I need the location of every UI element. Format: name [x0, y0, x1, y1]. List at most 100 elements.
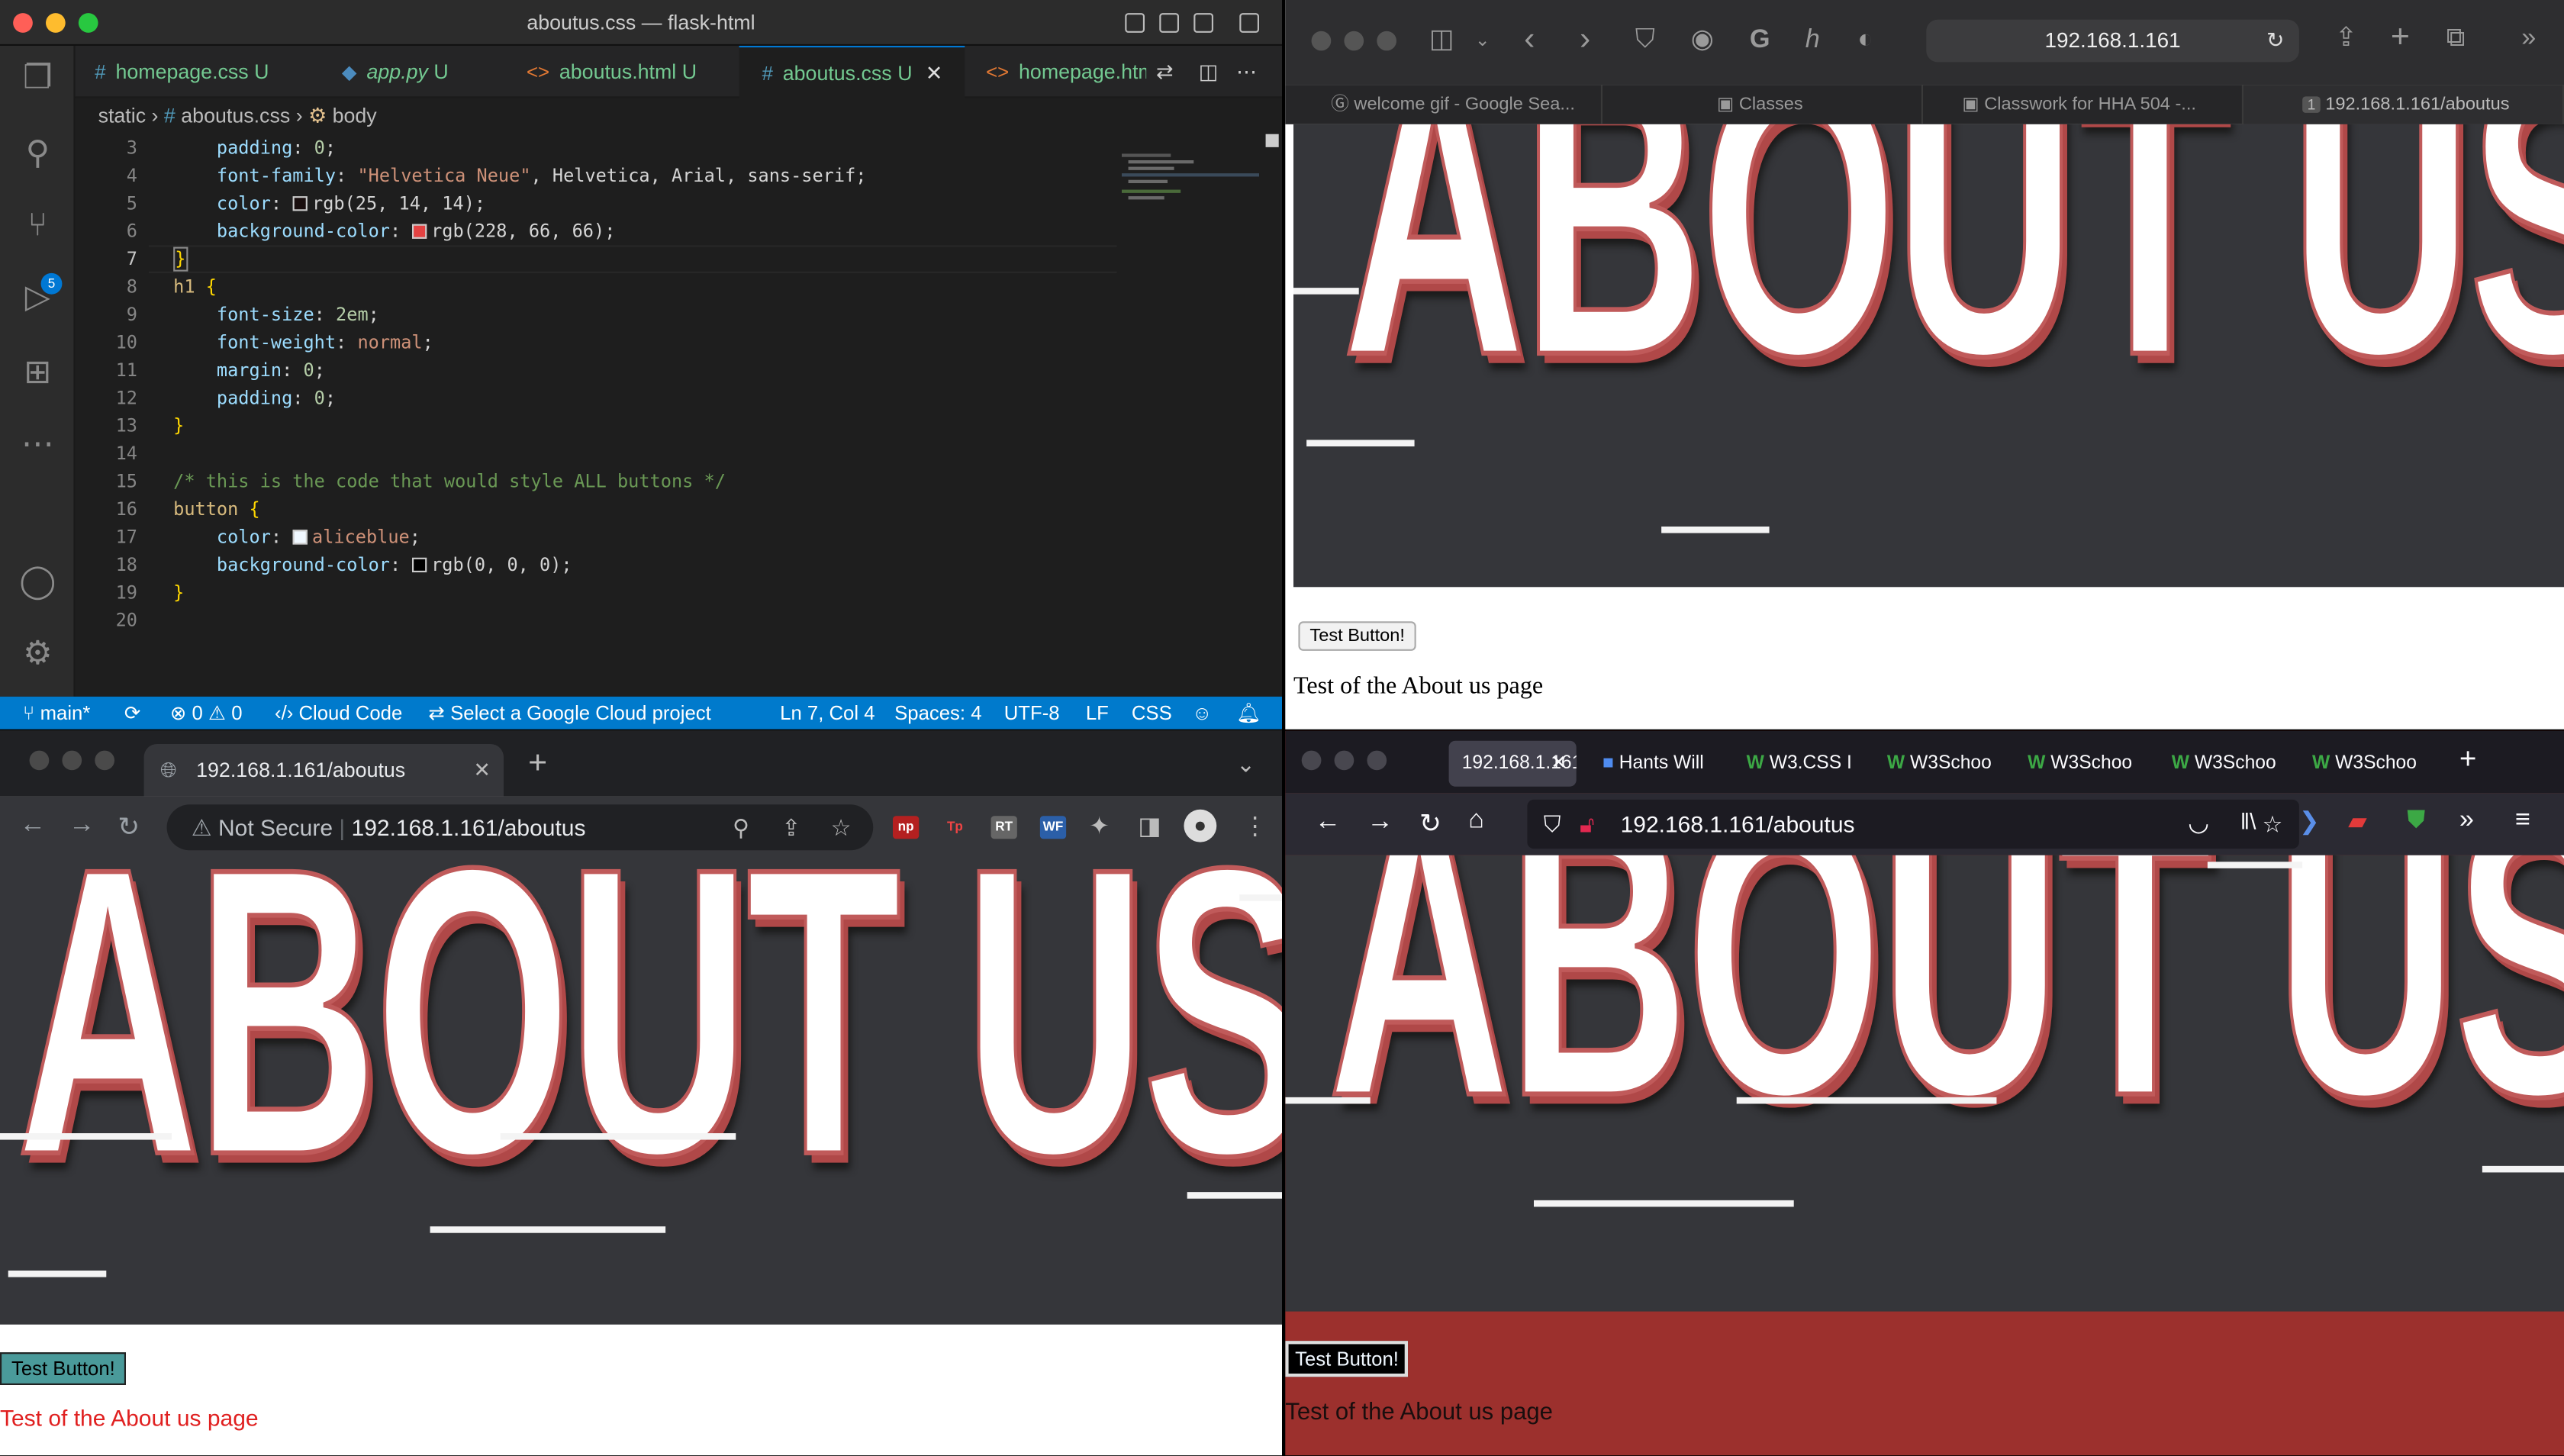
editor-more-actions-icon[interactable]: ⋯ — [1236, 46, 1257, 98]
split-editor-icon[interactable]: ◫ — [1199, 46, 1218, 98]
extension-np-icon[interactable]: np — [893, 816, 920, 839]
sidebar-icon[interactable]: ◫ — [1429, 26, 1454, 56]
source-control-icon[interactable]: ⑂ — [18, 206, 57, 245]
scrollbar-thumb[interactable] — [1265, 134, 1279, 147]
color-swatch[interactable] — [411, 557, 427, 572]
zoom-window-button[interactable] — [1377, 31, 1396, 51]
tab-homepage-html[interactable]: <> homepage.htm — [986, 46, 1146, 98]
test-button[interactable]: Test Button! — [1298, 621, 1416, 651]
breadcrumb-file[interactable]: aboutus.css — [181, 105, 290, 127]
accounts-icon[interactable]: ◯ — [18, 562, 57, 601]
feedback-icon[interactable]: ☺ — [1192, 697, 1212, 730]
language-mode[interactable]: CSS — [1132, 697, 1172, 730]
insecure-lock-icon[interactable]: 🔓︎ — [1580, 800, 1594, 849]
forward-icon[interactable]: → — [1367, 808, 1393, 838]
extensions-icon[interactable]: ⊞ — [18, 353, 57, 392]
extensions-puzzle-icon[interactable]: ✦ — [1089, 811, 1110, 840]
minimize-window-button[interactable] — [62, 750, 82, 771]
forward-icon[interactable]: → — [69, 811, 95, 841]
color-swatch[interactable] — [411, 224, 427, 239]
customize-layout-icon[interactable] — [1239, 13, 1259, 33]
tab-aboutus-html[interactable]: <> aboutus.html U — [527, 46, 697, 98]
reload-icon[interactable]: ↻ — [2266, 26, 2284, 56]
share-icon[interactable]: ⇪ — [781, 804, 800, 850]
honey-icon[interactable]: h — [1805, 26, 1820, 56]
minimize-window-button[interactable] — [1344, 31, 1364, 51]
cloud-code-button[interactable]: ‹/› Cloud Code — [275, 697, 402, 730]
extension-rt-icon[interactable]: RT — [990, 816, 1017, 839]
cursor-position[interactable]: Ln 7, Col 4 — [780, 697, 875, 730]
color-swatch[interactable] — [292, 196, 308, 211]
bookmark-star-icon[interactable]: ☆ — [831, 804, 852, 850]
indentation-setting[interactable]: Spaces: 4 — [894, 697, 981, 730]
code-editor[interactable]: 3 4 5 6 7 8 9 10 11 12 13 14 15 16 17 18… — [75, 134, 1282, 697]
close-window-button[interactable] — [29, 750, 50, 771]
explorer-icon[interactable]: ❐ — [18, 59, 57, 98]
back-icon[interactable]: ‹ — [1524, 23, 1535, 56]
back-icon[interactable]: ← — [1315, 808, 1341, 838]
tab-w3schools-1[interactable]: W W3Schoo — [1874, 741, 2008, 787]
library-icon[interactable]: ‖\ — [2240, 808, 2256, 834]
zoom-icon[interactable]: ⚲ — [733, 804, 749, 850]
zoom-window-button[interactable] — [95, 750, 114, 771]
shield-icon[interactable]: ⛉ — [1544, 800, 1561, 849]
test-button[interactable]: Test Button! — [1285, 1341, 1409, 1377]
breadcrumb-symbol[interactable]: body — [333, 105, 377, 127]
tab-w3css[interactable]: W W3.CSS I — [1733, 741, 1863, 787]
eol-setting[interactable]: LF — [1086, 697, 1109, 730]
tab-aboutus-css[interactable]: # aboutus.css U ✕ — [739, 46, 965, 98]
close-tab-icon[interactable]: ✕ — [473, 744, 490, 797]
open-changes-icon[interactable]: ⇄ — [1156, 46, 1173, 98]
new-tab-icon[interactable]: + — [528, 746, 547, 783]
toggle-panel-icon[interactable] — [1159, 13, 1179, 33]
tab-aboutus[interactable]: 🌐︎ 192.168.1.161/aboutus ✕ — [143, 743, 504, 797]
tab-aboutus[interactable]: 192.168.1.161 ✕ — [1448, 740, 1577, 787]
profile-avatar[interactable]: ● — [1184, 809, 1217, 842]
minimap[interactable] — [1122, 150, 1269, 216]
tab-w3schools-4[interactable]: W W3Schoo — [2299, 741, 2434, 787]
close-tab-icon[interactable]: ✕ — [926, 62, 942, 85]
menu-kebab-icon[interactable]: ⋮ — [1243, 811, 1268, 840]
extension-arrow-icon[interactable]: ❯ — [2299, 806, 2320, 836]
close-window-button[interactable] — [1311, 31, 1332, 51]
sync-icon[interactable]: ⟳ — [124, 697, 141, 730]
tab-classwork[interactable]: ▣ Classwork for HHA 504 -... — [1923, 85, 2244, 124]
tab-w3schools-3[interactable]: W W3Schoo — [2159, 741, 2293, 787]
tab-w3schools-2[interactable]: W W3Schoo — [2015, 741, 2149, 787]
extension-wf-icon[interactable]: WF — [1039, 816, 1067, 839]
privacy-icon[interactable]: ◐ — [1857, 26, 1873, 56]
tab-search-icon[interactable]: ⌄ — [1236, 751, 1255, 778]
minimize-window-button[interactable] — [1334, 750, 1354, 771]
problems-indicator[interactable]: ⊗ 0 ⚠ 0 — [170, 697, 243, 730]
test-button[interactable]: Test Button! — [0, 1352, 127, 1385]
run-debug-icon[interactable]: ▷ — [18, 278, 57, 317]
tab-app-py[interactable]: ◆ app.py U — [342, 46, 449, 98]
tab-homepage-css[interactable]: # homepage.css U — [95, 46, 269, 98]
toggle-secondary-sidebar-icon[interactable] — [1193, 13, 1213, 33]
tab-overview-icon[interactable]: ⧉ — [2446, 24, 2466, 54]
extension-shield-icon[interactable]: ⛊ — [2407, 806, 2425, 833]
grammarly-icon[interactable]: G — [1750, 26, 1770, 56]
overflow-menu-icon[interactable]: » — [2459, 806, 2474, 836]
pocket-icon[interactable]: ◡ — [2188, 808, 2209, 837]
gcp-project-button[interactable]: ⇄ Select a Google Cloud project — [428, 697, 710, 730]
search-icon[interactable]: ⚲ — [18, 134, 57, 173]
tab-hants-will[interactable]: ■ Hants Will — [1590, 741, 1727, 787]
tab-google-search[interactable]: Ⓖ welcome gif - Google Sea... — [1315, 85, 1602, 124]
bookmark-star-icon[interactable]: ☆ — [2263, 800, 2283, 849]
color-swatch[interactable] — [292, 530, 308, 545]
hamburger-menu-icon[interactable]: ≡ — [2515, 806, 2530, 836]
tab-classes[interactable]: ▣ Classes — [1602, 85, 1923, 124]
reload-icon[interactable]: ↻ — [118, 811, 140, 844]
more-tabs-icon[interactable]: » — [2521, 24, 2536, 54]
breadcrumb-folder[interactable]: static — [98, 105, 147, 127]
shield-icon[interactable]: ⛉ — [1635, 26, 1655, 56]
omnibox[interactable]: ⚠ Not Secure | 192.168.1.161/aboutus ⚲ ⇪… — [166, 804, 874, 851]
branch-indicator[interactable]: ⑂ main* — [23, 697, 90, 730]
tab-aboutus[interactable]: 1 192.168.1.161/aboutus — [2244, 85, 2564, 124]
toggle-sidebar-icon[interactable] — [1125, 13, 1145, 33]
address-bar[interactable]: ⛉ 🔓︎ 192.168.1.161/aboutus ☆ — [1527, 799, 2299, 849]
side-panel-icon[interactable]: ◨ — [1138, 811, 1161, 840]
new-tab-icon[interactable]: + — [2391, 21, 2410, 54]
extension-red-icon[interactable]: ▰ — [2348, 806, 2367, 836]
